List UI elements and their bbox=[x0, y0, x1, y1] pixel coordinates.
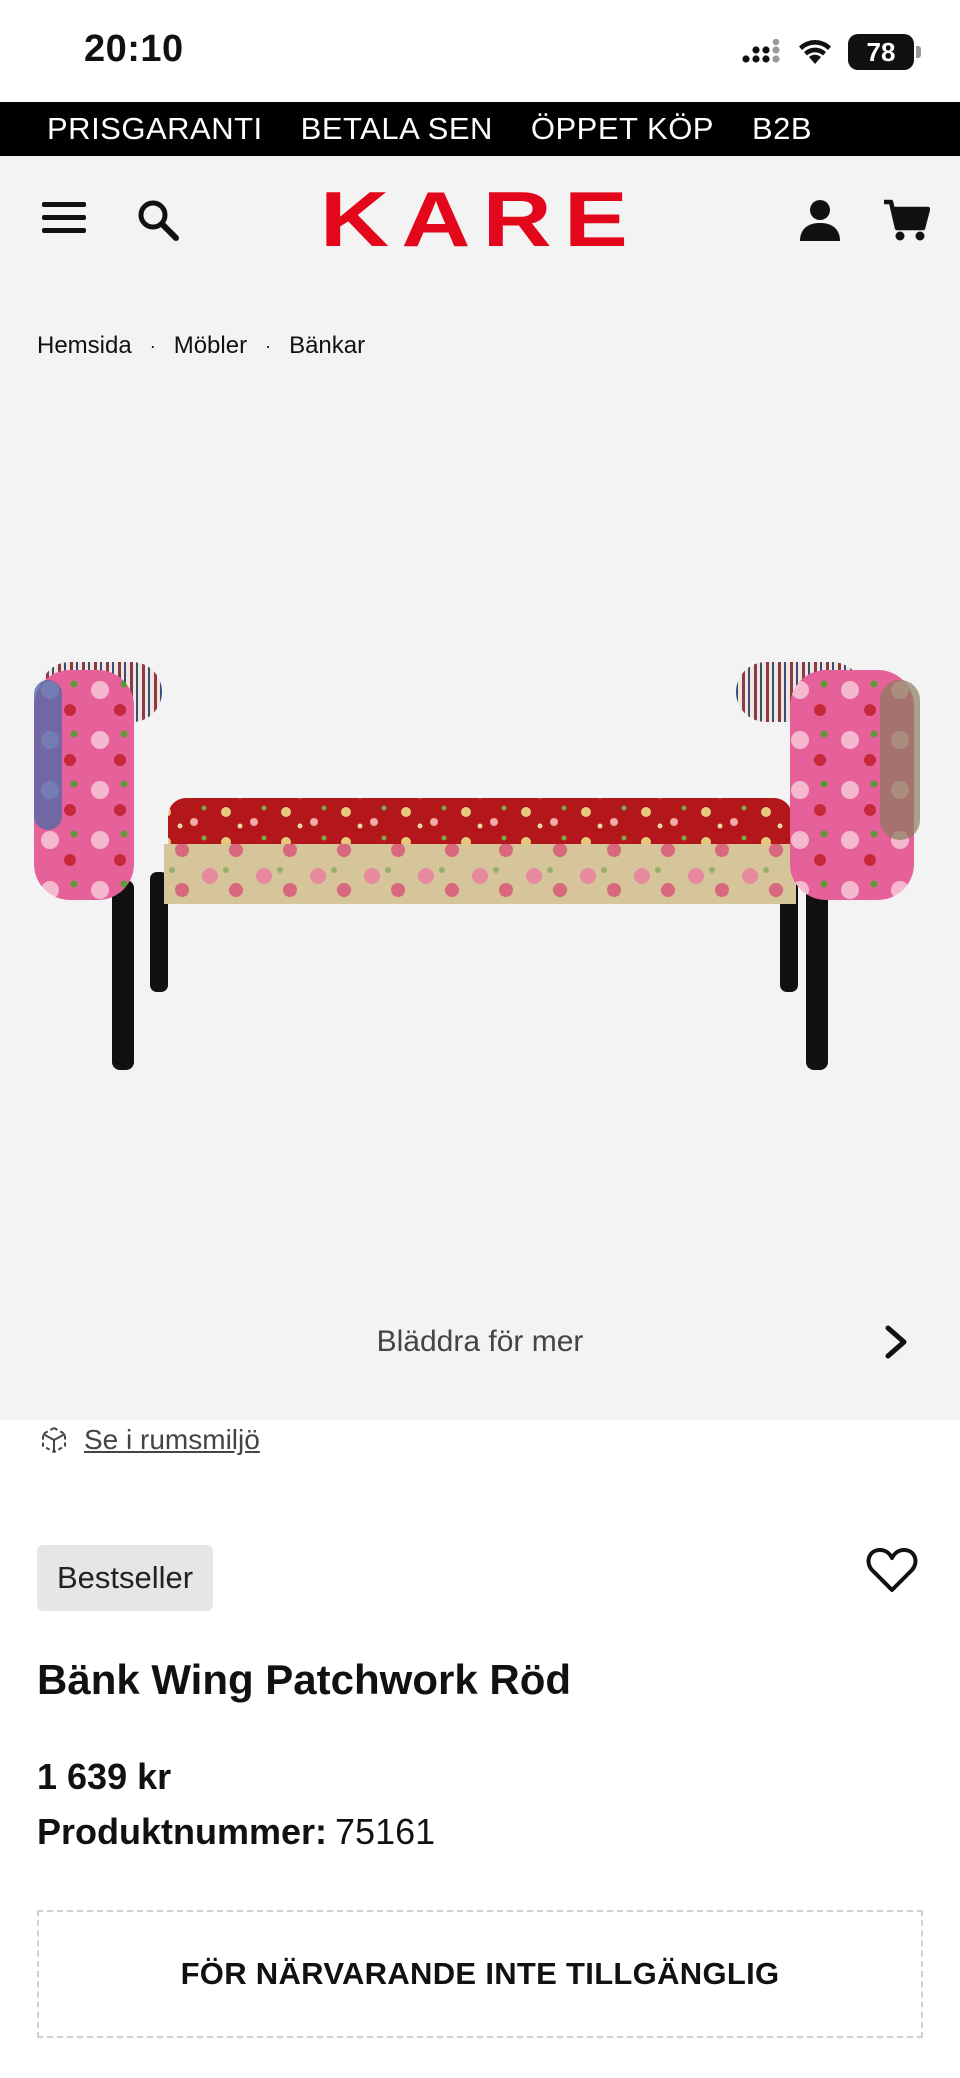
bestseller-badge: Bestseller bbox=[37, 1545, 214, 1611]
product-title: Bänk Wing Patchwork Röd bbox=[37, 1656, 572, 1703]
ar-cube-icon bbox=[42, 1426, 66, 1454]
site-header: KARE bbox=[0, 156, 960, 282]
promo-link-price-guarantee[interactable]: PRISGARANTI bbox=[47, 111, 263, 147]
promo-link-b2b[interactable]: B2B bbox=[752, 111, 812, 147]
search-icon[interactable] bbox=[134, 196, 182, 244]
availability-notice[interactable]: FÖR NÄRVARANDE INTE TILLGÄNGLIG bbox=[37, 1910, 923, 2038]
breadcrumb-benches[interactable]: Bänkar bbox=[289, 332, 365, 360]
promo-link-pay-later[interactable]: BETALA SEN bbox=[301, 111, 493, 147]
chevron-right-icon[interactable] bbox=[878, 1322, 914, 1362]
heart-icon[interactable] bbox=[866, 1546, 918, 1594]
product-price: 1 639 kr bbox=[37, 1756, 172, 1797]
breadcrumb: Hemsida · Möbler · Bänkar bbox=[37, 332, 365, 360]
sku-label: Produktnummer: bbox=[37, 1811, 328, 1852]
product-sku: Produktnummer: 75161 bbox=[37, 1811, 435, 1853]
svg-text:KARE: KARE bbox=[320, 186, 640, 250]
kare-logo[interactable]: KARE bbox=[318, 186, 642, 250]
status-icons: 78 bbox=[742, 33, 921, 71]
browse-more-label[interactable]: Bläddra för mer bbox=[0, 1325, 960, 1359]
breadcrumb-home[interactable]: Hemsida bbox=[37, 332, 132, 360]
wifi-icon bbox=[799, 40, 831, 64]
breadcrumb-furniture[interactable]: Möbler bbox=[174, 332, 247, 360]
promo-link-open-purchase[interactable]: ÖPPET KÖP bbox=[531, 111, 714, 147]
product-image-bench bbox=[34, 662, 920, 1070]
breadcrumb-separator: · bbox=[149, 335, 156, 356]
cart-icon[interactable] bbox=[882, 198, 930, 242]
product-gallery[interactable]: Hemsida · Möbler · Bänkar Bläddra för me… bbox=[0, 282, 960, 1420]
battery-level: 78 bbox=[866, 36, 896, 67]
breadcrumb-separator: · bbox=[265, 335, 272, 356]
status-bar: 20:10 78 bbox=[0, 0, 960, 102]
sku-value: 75161 bbox=[335, 1811, 436, 1852]
room-view-label[interactable]: Se i rumsmiljö bbox=[84, 1424, 260, 1456]
cellular-signal-icon bbox=[742, 39, 780, 63]
room-view-link[interactable]: Se i rumsmiljö bbox=[38, 1424, 260, 1456]
battery-indicator: 78 bbox=[848, 34, 921, 70]
status-time: 20:10 bbox=[84, 28, 184, 70]
hamburger-icon[interactable] bbox=[42, 202, 88, 236]
user-icon[interactable] bbox=[798, 198, 842, 242]
promo-bar: PRISGARANTI BETALA SEN ÖPPET KÖP B2B bbox=[0, 102, 960, 156]
